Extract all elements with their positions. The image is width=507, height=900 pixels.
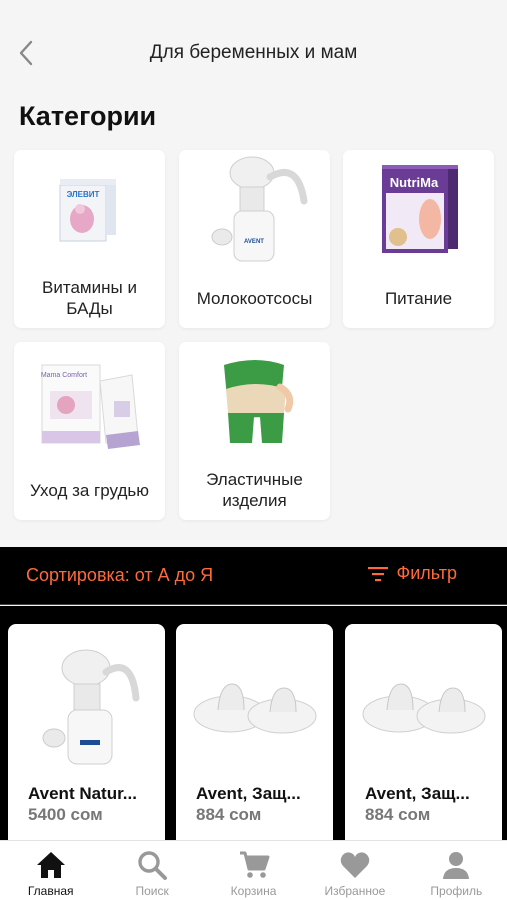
- breast-care-pack-text: Mama Comfort: [40, 372, 86, 379]
- tab-profile[interactable]: Профиль: [406, 841, 507, 900]
- product-price: 884 сом: [365, 805, 431, 824]
- sort-button[interactable]: Сортировка: от А до Я: [26, 565, 213, 586]
- category-breast-pumps[interactable]: AVENT Молокоотсосы: [179, 150, 330, 328]
- elastic-products-image: [179, 342, 330, 460]
- home-icon: [36, 852, 65, 878]
- category-label: Уход за грудью: [30, 480, 149, 500]
- profile-icon: [443, 852, 470, 879]
- heart-icon: [340, 852, 370, 878]
- nipple-shields-image: [345, 632, 502, 777]
- tab-label: Профиль: [430, 884, 483, 898]
- filter-label: Фильтр: [396, 563, 457, 583]
- category-label: Витамины и БАДы: [42, 278, 137, 318]
- tab-label: Корзина: [230, 884, 277, 898]
- tab-search[interactable]: Поиск: [101, 841, 202, 900]
- product-name: Avent Natur...: [28, 784, 137, 803]
- filter-icon: [367, 566, 388, 581]
- category-label: Питание: [384, 288, 453, 308]
- vitamins-image: ЭЛЕВИТ: [14, 150, 165, 268]
- filter-button[interactable]: Фильтр: [367, 563, 457, 584]
- tab-label: Избранное: [324, 884, 386, 898]
- tab-bar: Главная Поиск Корзина Избранное Профиль: [0, 840, 507, 900]
- product-name: Avent, Защ...: [196, 784, 301, 803]
- product-card[interactable]: Avent Natur... 5400 сом: [8, 624, 165, 840]
- breast-care-image: Mama Comfort: [14, 342, 165, 460]
- nipple-shields-image: [176, 632, 333, 777]
- back-button[interactable]: [10, 36, 44, 70]
- product-card[interactable]: Avent, Защ... 884 сом: [176, 624, 333, 840]
- page-title: Для беременных и мам: [149, 42, 358, 63]
- tab-label: Поиск: [135, 884, 169, 898]
- navigation-bar: Для беременных и мам: [0, 28, 507, 78]
- nutrition-image: NutriMa: [343, 150, 494, 268]
- breast-pump-image: [8, 632, 165, 777]
- product-card[interactable]: Avent, Защ... 884 сом: [345, 624, 502, 840]
- category-vitamins[interactable]: ЭЛЕВИТ Витамины и БАДы: [14, 150, 165, 328]
- pump-brand-text: AVENT: [244, 239, 264, 245]
- categories-heading: Категории: [19, 101, 157, 131]
- category-elastic-products[interactable]: Эластичные изделия: [179, 342, 330, 520]
- cart-icon: [239, 851, 270, 878]
- tab-cart[interactable]: Корзина: [203, 841, 304, 900]
- product-price: 5400 сом: [28, 805, 103, 824]
- search-icon: [138, 851, 168, 880]
- chevron-left-icon: [19, 40, 33, 66]
- products-list: Avent Natur... 5400 сом Avent, Защ... 88…: [0, 606, 507, 840]
- nutrition-pack-text: NutriMa: [389, 175, 438, 190]
- vitamins-pack-text: ЭЛЕВИТ: [66, 190, 99, 199]
- tab-favorites[interactable]: Избранное: [304, 841, 405, 900]
- sort-filter-bar: Сортировка: от А до Я Фильтр: [0, 547, 507, 605]
- category-breast-care[interactable]: Mama Comfort Уход за грудью: [14, 342, 165, 520]
- product-name: Avent, Защ...: [365, 784, 470, 803]
- category-label: Молокоотсосы: [196, 288, 313, 308]
- product-price: 884 сом: [196, 805, 262, 824]
- category-nutrition[interactable]: NutriMa Питание: [343, 150, 494, 328]
- category-label: Эластичные изделия: [206, 470, 303, 510]
- breast-pump-image: AVENT: [179, 150, 330, 268]
- tab-label: Главная: [27, 884, 74, 898]
- tab-home[interactable]: Главная: [0, 841, 101, 900]
- status-bar: [0, 0, 507, 28]
